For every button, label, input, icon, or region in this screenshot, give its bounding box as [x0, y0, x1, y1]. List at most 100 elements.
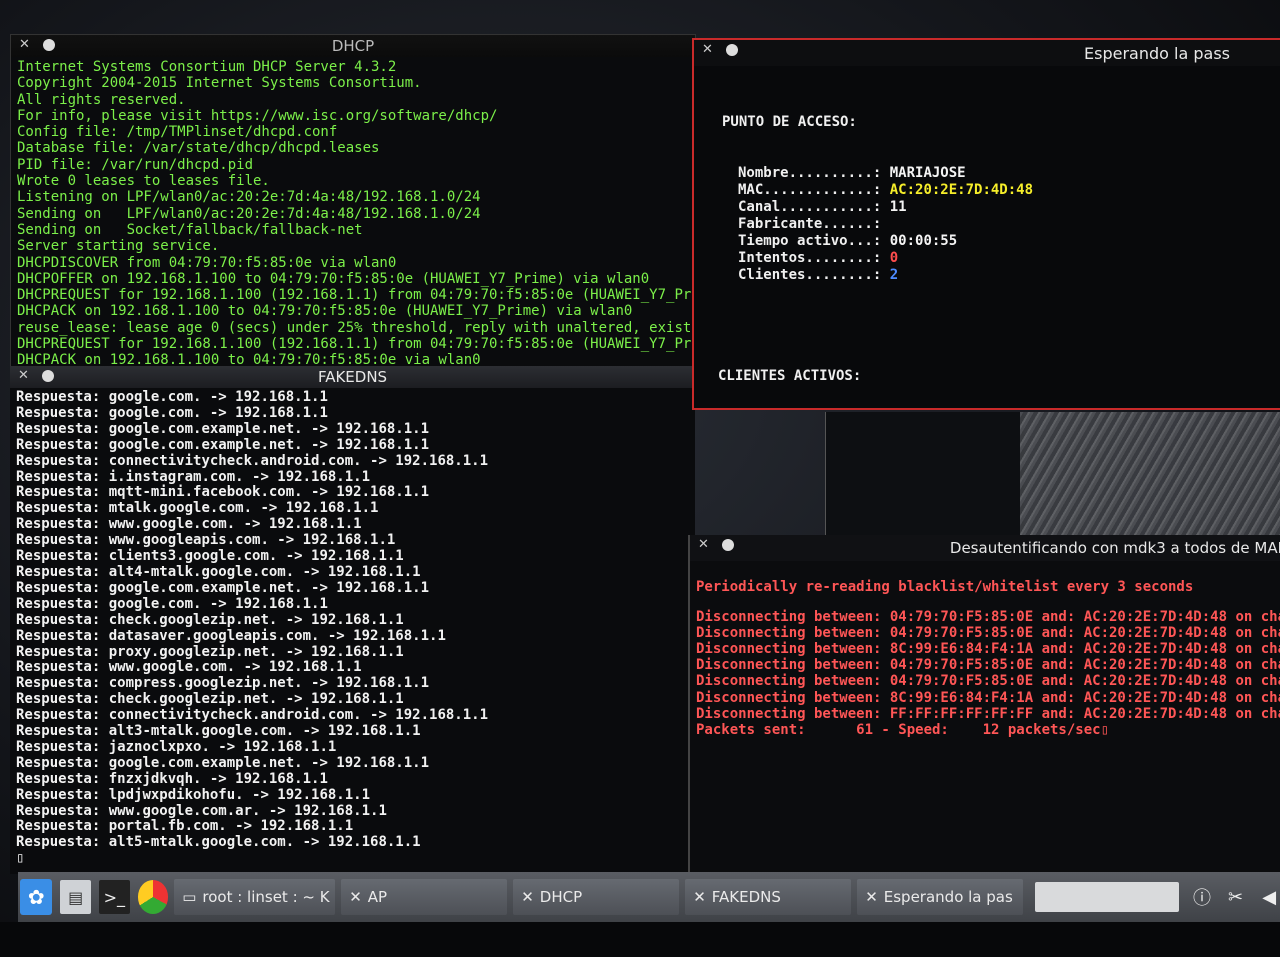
dhcp-log-line: DHCPREQUEST for 192.168.1.100 (192.168.1… [17, 336, 696, 353]
taskbar-task-label: root : linset : ~ K [202, 888, 330, 906]
dhcp-log-line: Server starting service. [17, 238, 220, 255]
response-text: datasaver.googleapis.com. -> 192.168.1.1 [108, 627, 446, 644]
response-prefix: Respuesta: [16, 484, 101, 501]
mdk3-disconnect-line: Disconnecting between: 8C:99:E6:84:F4:1A… [696, 641, 1280, 658]
fakedns-window[interactable]: ✕ FAKEDNS Respuesta: google.com. -> 192.… [10, 366, 695, 874]
response-text: mqtt-mini.facebook.com. -> 192.168.1.1 [108, 484, 430, 501]
wallpaper-fragment [1020, 412, 1280, 542]
dhcp-terminal-output[interactable]: Internet Systems Consortium DHCP Server … [11, 57, 696, 367]
taskbar-task-label: FAKEDNS [711, 888, 781, 906]
response-prefix: Respuesta: [16, 802, 101, 819]
taskbar-task-4[interactable]: ✕ FAKEDNS [685, 879, 852, 915]
ap-field-value: 11 [889, 199, 907, 215]
response-prefix: Respuesta: [16, 659, 101, 676]
taskbar-task-1[interactable]: ▭ root : linset : ~ K [174, 879, 336, 915]
mdk3-header-line: Periodically re-reading blacklist/whitel… [696, 579, 1194, 595]
ap-field-value: 0 [889, 250, 899, 266]
ap-title: Esperando la pass [1084, 43, 1230, 63]
response-text: google.com.example.net. -> 192.168.1.1 [108, 579, 430, 596]
ap-field-label: Canal...........: [738, 199, 882, 215]
response-prefix: Respuesta: [16, 548, 101, 565]
response-text: fnzxjdkvqh. -> 192.168.1.1 [108, 770, 328, 787]
mdk3-terminal-output[interactable]: Periodically re-reading blacklist/whitel… [690, 561, 1280, 740]
app-icon: ✕ [349, 888, 362, 906]
response-prefix: Respuesta: [16, 627, 101, 644]
dhcp-log-line: DHCPREQUEST for 192.168.1.100 (192.168.1… [17, 287, 696, 304]
tray-search-field[interactable] [1035, 882, 1180, 912]
dhcp-titlebar[interactable]: ✕ DHCP [11, 35, 695, 57]
ap-field-label: Nombre..........: [738, 165, 882, 181]
response-text: alt5-mtalk.google.com. -> 192.168.1.1 [108, 834, 421, 851]
dhcp-log-line: Sending on Socket/fallback/fallback-net [17, 221, 363, 238]
response-text: alt3-mtalk.google.com. -> 192.168.1.1 [108, 723, 421, 740]
dns-response-line: Respuesta: google.com. -> 192.168.1.1 [16, 389, 689, 406]
dhcp-log-line: PID file: /var/run/dhcpd.pid [17, 156, 254, 173]
dhcp-log-line: Internet Systems Consortium DHCP Server … [17, 59, 397, 75]
fakedns-terminal-output[interactable]: Respuesta: google.com. -> 192.168.1.1 Res… [10, 388, 695, 869]
mdk3-window[interactable]: ✕ Desautentificando con mdk3 a todos de … [688, 535, 1280, 880]
response-text: portal.fb.com. -> 192.168.1.1 [108, 818, 354, 835]
response-text: google.com. -> 192.168.1.1 [108, 389, 328, 405]
taskbar-task-label: AP [367, 888, 388, 906]
background-window-edge [825, 412, 1024, 540]
ap-terminal-output[interactable]: PUNTO DE ACCESO: Nombre..........: MARIA… [694, 66, 1280, 408]
dhcp-log-line: DHCPACK on 192.168.1.100 to 04:79:70:f5:… [17, 303, 633, 320]
tools-icon[interactable]: ✂ [1225, 885, 1247, 909]
taskbar-task-2[interactable]: ✕ AP [341, 879, 508, 915]
taskbar: ✿ ▤ >_ ▭ root : linset : ~ K ✕ AP ✕ DHCP ✕ FAKE… [18, 872, 1280, 922]
app-icon: ✕ [693, 888, 706, 906]
response-prefix: Respuesta: [16, 436, 101, 453]
response-prefix: Respuesta: [16, 786, 101, 803]
dns-response-line: Respuesta: google.com.example.net. -> 19… [16, 436, 689, 454]
dns-response-line: Respuesta: portal.fb.com. -> 192.168.1.1 [16, 819, 689, 835]
dhcp-title: DHCP [331, 37, 375, 55]
dns-response-line: Respuesta: alt3-mtalk.google.com. -> 192… [16, 723, 689, 740]
mdk3-disconnect-line: Disconnecting between: 04:79:70:F5:85:0E… [696, 657, 1280, 674]
dhcp-log-line: reuse_lease: lease age 0 (secs) under 25… [17, 319, 696, 336]
terminal-icon[interactable]: >_ [99, 880, 130, 914]
kde-launcher-icon[interactable]: ✿ [20, 879, 53, 915]
volume-icon[interactable]: ◀ [1258, 885, 1280, 909]
fakedns-titlebar[interactable]: ✕ FAKEDNS [10, 366, 695, 388]
ap-titlebar[interactable]: ✕ Esperando la pass [694, 40, 1280, 66]
response-text: clients3.google.com. -> 192.168.1.1 [108, 548, 404, 565]
ap-field-row: Fabricante......: [738, 216, 1280, 233]
response-text: check.googlezip.net. -> 192.168.1.1 [108, 611, 404, 628]
taskbar-task-5[interactable]: ✕ Esperando la pas [857, 879, 1024, 915]
ap-field-value: 00:00:55 [889, 233, 958, 249]
mdk3-disconnect-line: Disconnecting between: FF:FF:FF:FF:FF:FF… [696, 705, 1280, 722]
response-text: i.instagram.com. -> 192.168.1.1 [108, 468, 371, 485]
mdk3-titlebar[interactable]: ✕ Desautentificando con mdk3 a todos de … [690, 535, 1280, 561]
dns-response-line: Respuesta: google.com.example.net. -> 19… [16, 421, 689, 438]
taskbar-task-label: Esperando la pas [883, 888, 1013, 906]
response-text: www.google.com. -> 192.168.1.1 [108, 659, 362, 676]
dhcp-log-line: Config file: /tmp/TMPlinset/dhcpd.conf [17, 124, 338, 141]
ap-field-value: MARIAJOSE [889, 165, 966, 181]
dhcp-log-line: Listening on LPF/wlan0/ac:20:2e:7d:4a:48… [17, 189, 481, 206]
ap-section-title: PUNTO DE ACCESO: [722, 114, 857, 130]
ap-status-window[interactable]: ✕ Esperando la pass PUNTO DE ACCESO: Nom… [692, 38, 1280, 410]
response-text: connectivitycheck.android.com. -> 192.16… [108, 452, 489, 469]
mdk3-disconnect-line: Disconnecting between: 04:79:70:F5:85:0E… [696, 609, 1280, 626]
ap-field-label: Tiempo activo...: [738, 233, 882, 249]
response-text: google.com.example.net. -> 192.168.1.1 [108, 754, 430, 771]
chrome-icon[interactable] [137, 880, 169, 914]
ap-field-label: Intentos........: [738, 250, 882, 266]
info-icon[interactable]: ⓘ [1191, 885, 1213, 909]
ap-field-label: Fabricante......: [738, 216, 882, 232]
response-prefix: Respuesta: [16, 595, 101, 612]
dns-response-line: Respuesta: connectivitycheck.android.com… [16, 452, 689, 470]
file-manager-icon[interactable]: ▤ [60, 880, 91, 914]
clients-section-title: CLIENTES ACTIVOS: [718, 368, 862, 384]
terminal-icon: ▭ [182, 888, 197, 906]
response-text: check.googlezip.net. -> 192.168.1.1 [108, 691, 404, 708]
response-text: proxy.googlezip.net. -> 192.168.1.1 [108, 643, 404, 660]
dns-response-line: Respuesta: www.google.com.ar. -> 192.168… [16, 802, 689, 820]
response-text: google.com.example.net. -> 192.168.1.1 [108, 436, 430, 453]
dns-response-line: Respuesta: alt5-mtalk.google.com. -> 192… [16, 834, 689, 851]
dhcp-window[interactable]: ✕ DHCP Internet Systems Consortium DHCP … [10, 34, 696, 368]
response-text: jaznoclxpxo. -> 192.168.1.1 [108, 738, 337, 755]
response-prefix: Respuesta: [16, 532, 101, 549]
taskbar-task-3[interactable]: ✕ DHCP [513, 879, 680, 915]
dns-response-line: Respuesta: check.googlezip.net. -> 192.1… [16, 611, 689, 629]
